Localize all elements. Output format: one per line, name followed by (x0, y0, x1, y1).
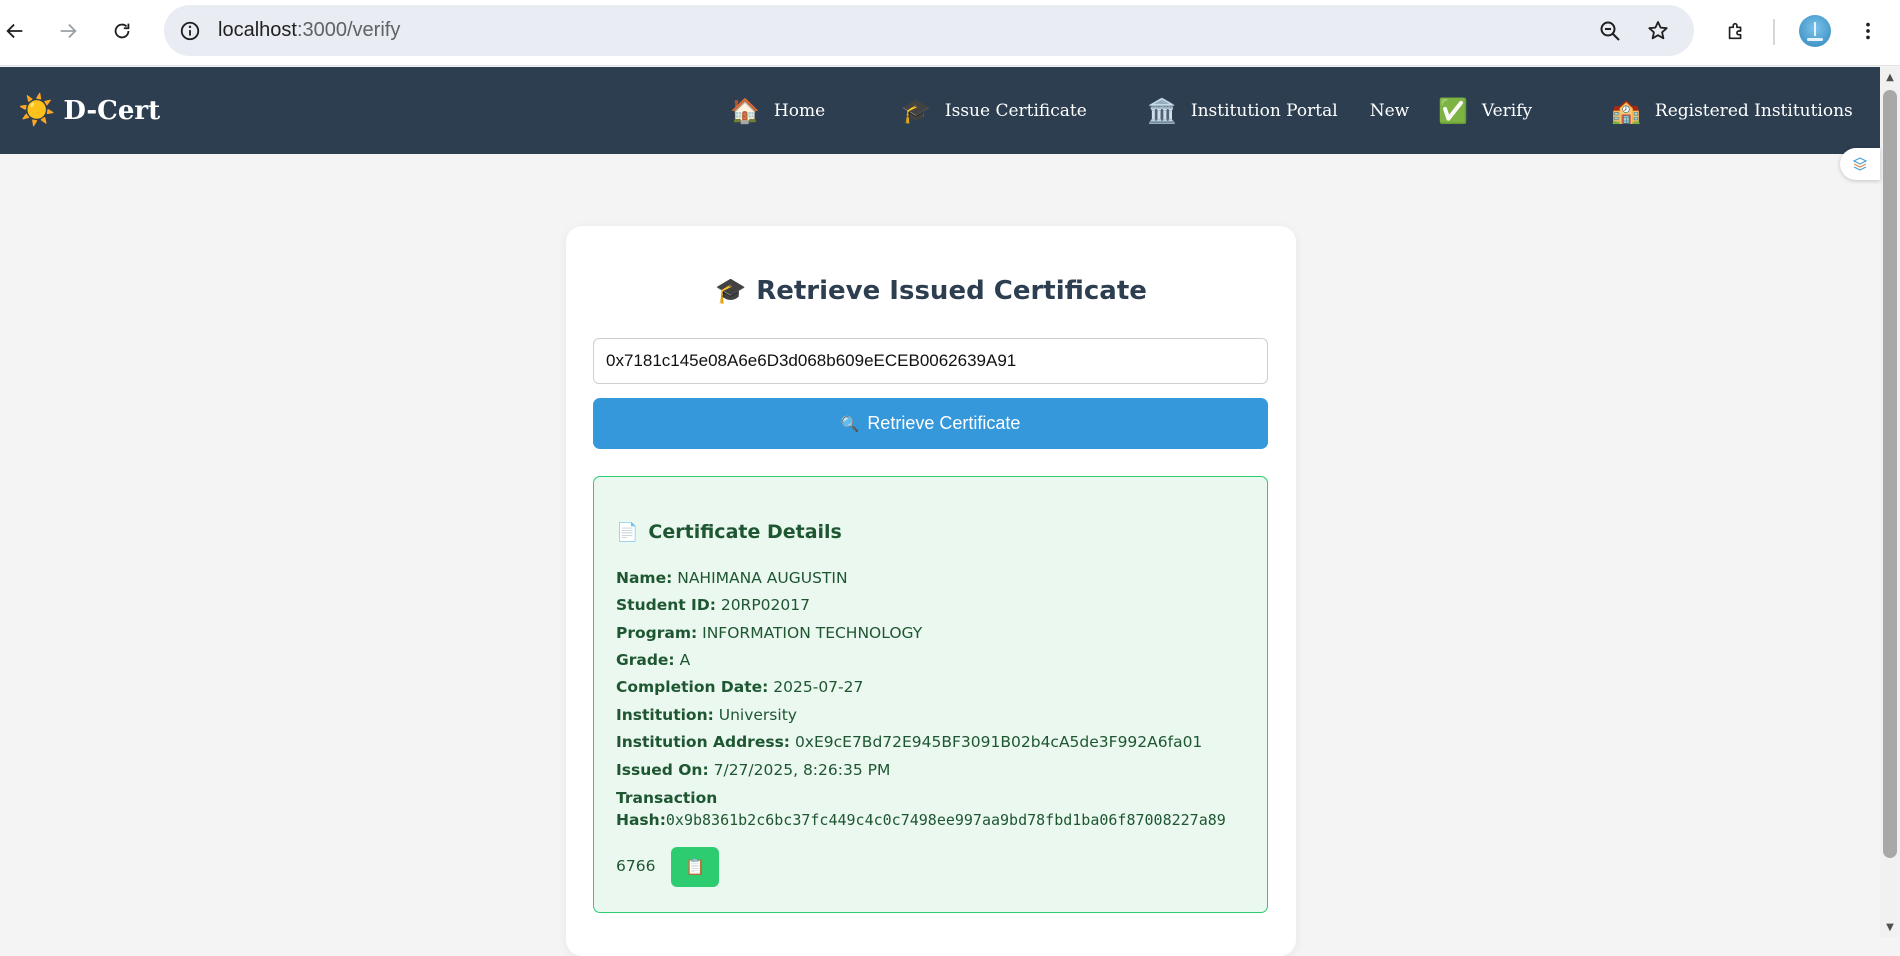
field-label: Institution Address: (616, 733, 790, 751)
field-label: Grade: (616, 651, 675, 669)
field-value: 2025-07-27 (773, 678, 864, 696)
sun-icon: ☀️ (18, 92, 56, 128)
field-value: NAHIMANA AUGUSTIN (677, 569, 848, 587)
transaction-hash-continuation: 6766 (616, 857, 656, 875)
page-title-text: Retrieve Issued Certificate (756, 276, 1147, 306)
field-value: INFORMATION TECHNOLOGY (702, 624, 923, 642)
extensions-puzzle-icon[interactable] (1718, 13, 1754, 49)
profile-avatar-icon[interactable] (1799, 15, 1831, 47)
scroll-up-arrow-icon[interactable]: ▲ (1883, 70, 1897, 84)
clipboard-icon: 📋 (685, 859, 705, 876)
retrieve-button-label: Retrieve Certificate (867, 413, 1021, 433)
field-label: Completion Date: (616, 678, 769, 696)
field-transaction-hash: Transaction Hash:0x9b8361b2c6bc37fc449c4… (616, 787, 1226, 831)
back-arrow-icon[interactable] (0, 13, 33, 49)
field-name: Name: NAHIMANA AUGUSTIN (616, 569, 848, 587)
school-icon: 🏫 (1611, 96, 1641, 125)
field-value: 0xE9cE7Bd72E945BF3091B02b4cA5de3F992A6fa… (794, 733, 1203, 751)
zoom-out-icon[interactable] (1596, 17, 1624, 45)
nav-verify[interactable]: ✅ Verify (1438, 67, 1532, 154)
new-badge: New (1369, 100, 1410, 121)
field-label: Hash: (616, 811, 666, 829)
field-label: Issued On: (616, 761, 709, 779)
forward-arrow-icon[interactable] (50, 13, 86, 49)
certificate-details-heading: Certificate Details (648, 521, 842, 543)
classical-building-icon: 🏛️ (1147, 96, 1177, 125)
field-completion-date: Completion Date: 2025-07-27 (616, 678, 863, 696)
nav-issue-certificate[interactable]: 🎓 Issue Certificate (901, 67, 1087, 154)
graduation-cap-icon: 🎓 (901, 96, 931, 125)
nav-institution-portal[interactable]: 🏛️ Institution Portal New (1147, 67, 1409, 154)
url-text[interactable]: localhost:3000/verify (218, 5, 400, 56)
field-label: Transaction (616, 789, 718, 807)
magnifier-icon: 🔍 (840, 415, 860, 433)
layers-icon (1852, 157, 1868, 171)
scrollbar-thumb[interactable] (1883, 90, 1897, 858)
certificate-address-input[interactable] (593, 338, 1268, 384)
field-label: Name: (616, 569, 673, 587)
nav-registered-institutions-label: Registered Institutions (1654, 100, 1853, 121)
field-issued-on: Issued On: 7/27/2025, 8:26:35 PM (616, 761, 890, 779)
bookmark-star-icon[interactable] (1644, 17, 1672, 45)
floating-extension-tab[interactable] (1840, 148, 1880, 180)
reload-icon[interactable] (104, 13, 140, 49)
field-label: Program: (616, 624, 698, 642)
nav-issue-certificate-label: Issue Certificate (944, 100, 1087, 121)
nav-home[interactable]: 🏠 Home (730, 67, 825, 154)
field-label: Student ID: (616, 596, 716, 614)
site-info-icon[interactable] (176, 17, 204, 45)
house-icon: 🏠 (730, 96, 760, 125)
field-institution: Institution: University (616, 706, 797, 724)
check-mark-icon: ✅ (1438, 96, 1468, 125)
browser-menu-icon[interactable] (1850, 13, 1886, 49)
nav-home-label: Home (773, 100, 826, 121)
field-grade: Grade: A (616, 651, 690, 669)
retrieve-certificate-button[interactable]: 🔍 Retrieve Certificate (593, 398, 1268, 449)
address-bar[interactable]: localhost:3000/verify (164, 5, 1694, 56)
field-student-id: Student ID: 20RP02017 (616, 596, 810, 614)
graduation-cap-icon: 🎓 (715, 276, 747, 305)
field-label: Institution: (616, 706, 714, 724)
field-institution-address: Institution Address: 0xE9cE7Bd72E945BF30… (616, 733, 1202, 751)
transaction-hash-value: 0x9b8361b2c6bc37fc449c4c0c7498ee997aa9bd… (665, 811, 1226, 829)
page-title: 🎓 Retrieve Issued Certificate (566, 276, 1296, 306)
field-value: 20RP02017 (720, 596, 810, 614)
nav-registered-institutions[interactable]: 🏫 Registered Institutions (1611, 67, 1853, 154)
url-host: localhost (218, 19, 297, 41)
field-program: Program: INFORMATION TECHNOLOGY (616, 624, 922, 642)
field-value: 7/27/2025, 8:26:35 PM (713, 761, 891, 779)
scroll-down-arrow-icon[interactable]: ▼ (1883, 920, 1897, 934)
brand-name: D-Cert (63, 95, 161, 126)
brand-logo[interactable]: ☀️ D-Cert (18, 67, 160, 154)
field-value: University (718, 706, 797, 724)
nav-institution-portal-label: Institution Portal (1190, 100, 1338, 121)
toolbar-divider (1773, 19, 1775, 45)
copy-hash-button[interactable]: 📋 (671, 847, 719, 887)
browser-toolbar: localhost:3000/verify (0, 0, 1900, 66)
nav-verify-label: Verify (1481, 100, 1533, 121)
document-icon: 📄 (616, 521, 639, 543)
certificate-details-title: 📄 Certificate Details (616, 521, 842, 543)
app-navbar: ☀️ D-Cert 🏠 Home 🎓 Issue Certificate 🏛️ … (0, 67, 1880, 154)
certificate-details-panel: 📄 Certificate Details Name: NAHIMANA AUG… (593, 476, 1268, 913)
url-path: :3000/verify (296, 19, 401, 41)
field-value: A (679, 651, 691, 669)
